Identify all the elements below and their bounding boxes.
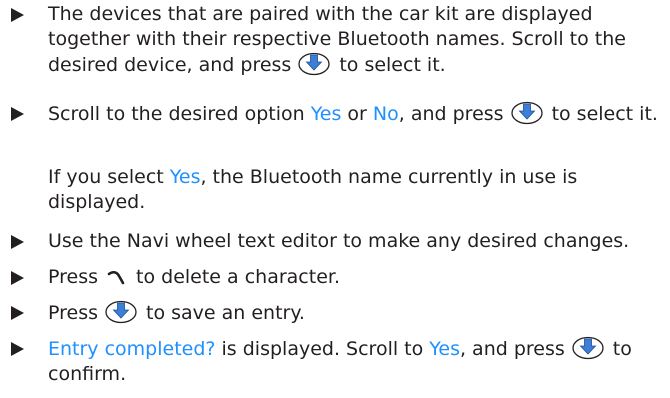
bullet-arrow-icon — [11, 107, 24, 121]
navi-wheel-icon — [105, 300, 137, 324]
item-text: , and press — [459, 338, 565, 360]
item-text: is displayed. Scroll to — [221, 338, 424, 360]
bullet-arrow-icon — [11, 235, 24, 249]
item-text: to select it. — [551, 103, 658, 125]
bullet-arrow-icon — [11, 8, 24, 22]
bullet-arrow-icon — [11, 306, 24, 320]
item-text: to delete a character. — [136, 266, 340, 288]
prompt-text: Entry completed? — [48, 338, 216, 360]
note-text: If you select — [48, 166, 164, 188]
item-text: Use the Navi wheel text editor to make a… — [48, 230, 630, 252]
item-text: Scroll to the desired option — [48, 103, 305, 125]
option-yes: Yes — [310, 103, 342, 125]
option-yes: Yes — [169, 166, 201, 188]
bullet-arrow-icon — [11, 342, 24, 356]
item-text: to select it. — [339, 54, 446, 76]
item-text: Press — [48, 302, 99, 324]
navi-wheel-icon — [298, 52, 330, 76]
navi-wheel-icon — [510, 101, 543, 125]
item-text: Press — [48, 266, 99, 288]
navi-wheel-icon — [572, 336, 604, 360]
item-text: or — [347, 103, 367, 125]
clear-key-icon — [107, 270, 125, 285]
bullet-arrow-icon — [11, 271, 24, 285]
item-text: The devices that are paired with the car… — [48, 3, 626, 76]
item-text: , and press — [398, 103, 504, 125]
option-yes: Yes — [429, 338, 460, 360]
option-no: No — [372, 103, 399, 125]
item-text: to save an entry. — [146, 302, 305, 324]
